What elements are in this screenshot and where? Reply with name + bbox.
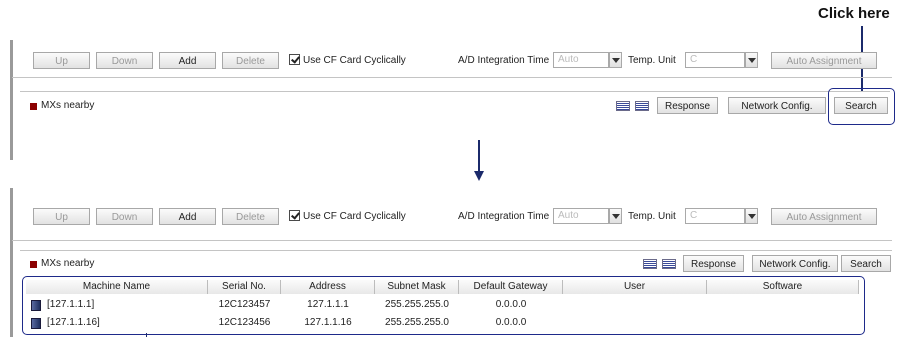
- auto-assignment-button[interactable]: Auto Assignment: [771, 208, 877, 225]
- ad-integration-value: Auto: [558, 210, 579, 221]
- response-button[interactable]: Response: [657, 97, 718, 114]
- divider: [20, 91, 890, 92]
- delete-button[interactable]: Delete: [222, 52, 279, 69]
- delete-button[interactable]: Delete: [222, 208, 279, 225]
- results-table-highlight: [22, 276, 865, 335]
- temp-unit-label: Temp. Unit: [628, 55, 676, 66]
- chevron-down-icon[interactable]: [609, 208, 622, 224]
- detail-view-icon[interactable]: [662, 259, 676, 269]
- ad-integration-select[interactable]: Auto: [553, 52, 622, 68]
- network-config-button[interactable]: Network Config.: [728, 97, 826, 114]
- temp-unit-select[interactable]: C: [685, 52, 758, 68]
- network-config-button[interactable]: Network Config.: [752, 255, 838, 272]
- left-edge: [10, 40, 13, 160]
- response-button[interactable]: Response: [683, 255, 744, 272]
- status-square: [30, 261, 37, 268]
- divider: [12, 240, 892, 241]
- ad-integration-label: A/D Integration Time: [458, 55, 550, 66]
- use-cf-checkbox[interactable]: [289, 54, 300, 65]
- temp-unit-value: C: [690, 210, 698, 221]
- up-button[interactable]: Up: [33, 208, 90, 225]
- down-button[interactable]: Down: [96, 208, 153, 225]
- click-here-callout: Click here: [818, 5, 890, 22]
- transition-arrow-head: [474, 171, 484, 181]
- up-button[interactable]: Up: [33, 52, 90, 69]
- search-highlight: [828, 88, 895, 125]
- pointer-line: [146, 333, 147, 337]
- transition-arrow-line: [478, 140, 480, 171]
- add-button[interactable]: Add: [159, 208, 216, 225]
- nearby-title: MXs nearby: [41, 258, 95, 269]
- chevron-down-icon[interactable]: [745, 208, 758, 224]
- detail-view-icon[interactable]: [635, 101, 649, 111]
- use-cf-checkbox[interactable]: [289, 210, 300, 221]
- list-view-icon[interactable]: [616, 101, 630, 111]
- search-button[interactable]: Search: [841, 255, 891, 272]
- status-square: [30, 103, 37, 110]
- add-button[interactable]: Add: [159, 52, 216, 69]
- use-cf-label: Use CF Card Cyclically: [303, 55, 406, 66]
- nearby-title: MXs nearby: [41, 100, 95, 111]
- ad-integration-value: Auto: [558, 54, 579, 65]
- auto-assignment-button[interactable]: Auto Assignment: [771, 52, 877, 69]
- temp-unit-label: Temp. Unit: [628, 211, 676, 222]
- use-cf-label: Use CF Card Cyclically: [303, 211, 406, 222]
- divider: [20, 250, 892, 251]
- left-edge: [10, 188, 13, 337]
- chevron-down-icon[interactable]: [609, 52, 622, 68]
- temp-unit-select[interactable]: C: [685, 208, 758, 224]
- down-button[interactable]: Down: [96, 52, 153, 69]
- ad-integration-label: A/D Integration Time: [458, 211, 550, 222]
- ad-integration-select[interactable]: Auto: [553, 208, 622, 224]
- chevron-down-icon[interactable]: [745, 52, 758, 68]
- divider: [12, 77, 892, 78]
- temp-unit-value: C: [690, 54, 698, 65]
- list-view-icon[interactable]: [643, 259, 657, 269]
